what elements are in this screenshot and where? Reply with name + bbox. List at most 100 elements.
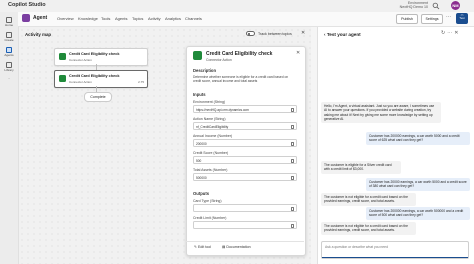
- description-heading: Description: [193, 68, 217, 73]
- activity-node-selected[interactable]: Credit Card Eligibility check Connector …: [54, 70, 148, 88]
- input-label: Total Assets (Number): [193, 168, 228, 172]
- rail-item-label: Library: [4, 68, 14, 72]
- rail-item-label: Agents: [4, 53, 14, 57]
- rail-item-more[interactable]: ...: [2, 76, 16, 89]
- left-rail: Home Create Agents Library ...: [0, 12, 19, 264]
- panel-title: Credit Card Eligibility check: [206, 51, 273, 57]
- input-label: Environment (String): [193, 100, 226, 104]
- close-icon[interactable]: ✕: [301, 30, 305, 36]
- rail-item-agents[interactable]: Agents: [2, 46, 16, 59]
- documentation-link[interactable]: ▤ Documentation: [222, 245, 251, 249]
- edit-icon: ✎: [194, 245, 198, 249]
- connector-icon: [59, 75, 66, 82]
- copy-icon[interactable]: [291, 158, 294, 163]
- environment-picker[interactable]: Environment NextHQ Demo 10: [400, 1, 428, 10]
- bot-message: The customer is eligible for a Silver cr…: [321, 161, 401, 174]
- agent-name[interactable]: Agent: [33, 15, 47, 21]
- publish-button[interactable]: Publish: [396, 14, 418, 24]
- chat-input-placeholder: Ask a question or describe what you need: [325, 245, 388, 249]
- inputs-heading: Inputs: [193, 92, 206, 97]
- copy-icon[interactable]: [291, 124, 294, 129]
- environment-name: NextHQ Demo 10: [399, 5, 428, 10]
- input-focus-bar: [322, 257, 468, 258]
- documentation-label: Documentation: [226, 245, 251, 249]
- copy-icon[interactable]: [291, 175, 294, 180]
- edit-tool-button[interactable]: ✎ Edit tool: [194, 245, 211, 249]
- agent-logo-icon: [22, 14, 30, 22]
- tab-activity[interactable]: Activity: [148, 16, 161, 21]
- input-label: Action Name (String): [193, 117, 226, 121]
- track-topics-toggle[interactable]: [246, 31, 255, 36]
- user-message: Customer has 20000 earnings, a car worth…: [366, 178, 470, 191]
- copy-icon[interactable]: [291, 141, 294, 146]
- test-button-label: Test: [459, 16, 465, 21]
- settings-button[interactable]: Settings: [421, 14, 443, 24]
- connector-icon: [193, 51, 202, 60]
- bot-message: The customer is not eligible for a credi…: [321, 222, 416, 235]
- tab-agents[interactable]: Agents: [115, 16, 127, 21]
- input-value: https://nextHQ.api.crm.dynamics.com: [196, 108, 249, 112]
- input-value: 500: [196, 159, 202, 163]
- test-button[interactable]: ▭ Test: [456, 13, 468, 24]
- edit-tool-label: Edit tool: [198, 245, 212, 249]
- input-label: Annual Income (Number): [193, 134, 233, 138]
- tab-tools[interactable]: Tools: [101, 16, 110, 21]
- avatar[interactable]: NM: [451, 1, 460, 10]
- close-icon[interactable]: ✕: [296, 50, 300, 56]
- copy-icon[interactable]: [291, 223, 294, 228]
- search-icon[interactable]: [432, 2, 440, 10]
- tab-channels[interactable]: Channels: [185, 16, 202, 21]
- output-label: Card Type (String): [193, 199, 222, 203]
- chat-toolbar: ↻⋯✕: [441, 30, 460, 36]
- input-value-field[interactable]: nf_CreditCardEligibility: [193, 122, 297, 130]
- output-value-field[interactable]: [193, 221, 297, 229]
- user-message: Customer has 200000 earnings, a car wort…: [366, 132, 470, 145]
- tab-knowledge[interactable]: Knowledge: [78, 16, 98, 21]
- complete-node: Complete: [84, 92, 112, 102]
- tab-overview[interactable]: Overview: [57, 16, 74, 21]
- input-label: Credit Score (Number): [193, 151, 229, 155]
- chat-title[interactable]: ‹ Test your agent: [324, 32, 361, 37]
- input-value-field[interactable]: 200000: [193, 139, 297, 147]
- rail-item-home[interactable]: Home: [2, 16, 16, 29]
- input-value-field[interactable]: 500000: [193, 173, 297, 181]
- rail-item-label: Create: [4, 38, 14, 42]
- activity-node[interactable]: Credit Card Eligibility check Connector …: [54, 48, 148, 66]
- rail-item-label: Home: [4, 23, 13, 27]
- input-value: 200000: [196, 142, 207, 146]
- node-title: Credit Card Eligibility check: [69, 74, 120, 78]
- more-icon: ...: [7, 76, 11, 80]
- bot-message: Hello, I'm Agent, a virtual assistant. J…: [321, 102, 441, 124]
- output-label: Credit Limit (Number): [193, 216, 227, 220]
- description-text: Determine whether someone is eligible fo…: [193, 75, 289, 84]
- toggle-label: Track between topics: [258, 32, 292, 36]
- panel-divider: [186, 241, 304, 242]
- connector-icon: [59, 53, 66, 60]
- copy-icon[interactable]: [291, 107, 294, 112]
- node-subtitle: Connector Action: [69, 58, 92, 62]
- input-value-field[interactable]: https://nextHQ.api.crm.dynamics.com: [193, 105, 297, 113]
- rail-item-library[interactable]: Library: [2, 61, 16, 74]
- user-message: Customer has 200000 earnings, a car wort…: [366, 207, 470, 220]
- rail-item-create[interactable]: Create: [2, 31, 16, 44]
- output-value-field[interactable]: [193, 204, 297, 212]
- node-subtitle: Connector Action: [69, 80, 92, 84]
- input-value-field[interactable]: 500: [193, 156, 297, 164]
- input-value: nf_CreditCardEligibility: [196, 125, 229, 129]
- app-name[interactable]: Copilot Studio: [8, 2, 46, 8]
- tab-analytics[interactable]: Analytics: [165, 16, 181, 21]
- node-duration: 2.75: [138, 80, 144, 84]
- chat-input[interactable]: Ask a question or describe what you need: [321, 241, 469, 259]
- more-options-icon[interactable]: ···: [446, 14, 451, 20]
- book-icon: ▤: [222, 245, 226, 249]
- tab-topics[interactable]: Topics: [132, 16, 143, 21]
- activity-map-title: Activity map: [25, 32, 52, 37]
- outputs-heading: Outputs: [193, 191, 210, 196]
- copy-icon[interactable]: [291, 206, 294, 211]
- input-value: 500000: [196, 176, 207, 180]
- close-icon[interactable]: ✕: [454, 30, 460, 36]
- chat-title-label: Test your agent: [326, 32, 361, 37]
- chevron-left-icon[interactable]: ‹: [324, 32, 326, 37]
- panel-subtitle: Connector Action: [206, 58, 232, 62]
- node-title: Credit Card Eligibility check: [69, 52, 120, 56]
